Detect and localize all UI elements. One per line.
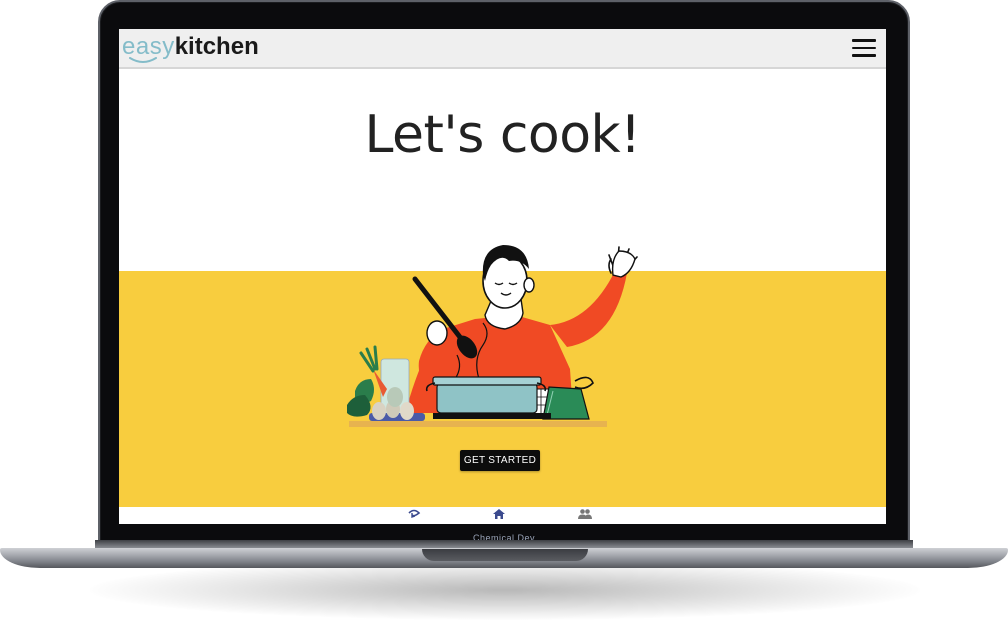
rotate-arrow-icon: [408, 509, 421, 518]
app-screen: easykitchen Let's cook! GET STARTED: [119, 29, 886, 524]
home-icon: [493, 509, 505, 519]
smile-icon: [129, 57, 157, 63]
nav-item-people[interactable]: [575, 508, 595, 522]
cabbage: [387, 387, 403, 407]
laptop-shadow: [90, 560, 920, 620]
hand-spoon: [426, 320, 448, 346]
logo-text-kitchen: kitchen: [174, 33, 259, 60]
pot: [436, 382, 538, 414]
laptop-notch: [422, 549, 588, 561]
chef-cooking-illustration: [347, 245, 638, 427]
people-icon: [578, 509, 592, 519]
counter-shelf: [349, 421, 607, 427]
logo-text-easy: easy: [122, 33, 175, 60]
bottom-navigation: [119, 507, 886, 524]
nav-item-rotate[interactable]: [404, 508, 424, 522]
hamburger-menu-icon[interactable]: [852, 39, 876, 57]
nav-item-home[interactable]: [489, 508, 509, 522]
get-started-button[interactable]: GET STARTED: [460, 450, 540, 471]
brand-logo[interactable]: easykitchen: [122, 33, 259, 63]
stove: [433, 413, 551, 419]
page-title: Let's cook!: [364, 105, 641, 165]
app-bar: easykitchen: [119, 29, 886, 69]
raised-arm: [550, 271, 627, 347]
